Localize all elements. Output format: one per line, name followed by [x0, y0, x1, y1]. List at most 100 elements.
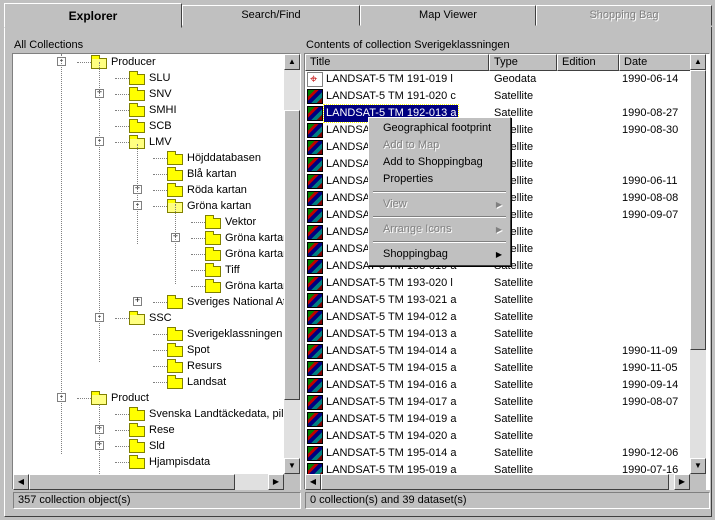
folder-icon: [205, 279, 221, 293]
submenu-arrow-icon: ▶: [495, 225, 502, 234]
menu-item-add-to-map[interactable]: Add to Map: [371, 137, 508, 154]
tree-node-label[interactable]: Blå kartan: [187, 166, 237, 182]
tree-node-label[interactable]: Producer: [111, 54, 156, 70]
menu-item-shoppingbag[interactable]: Shoppingbag ▶: [371, 246, 508, 263]
dataset-type: Satellite: [494, 277, 534, 289]
collection-tree[interactable]: Producer - SLU SNV + SMHI SCB LMV - Höjddatabasen…: [12, 53, 301, 490]
tree-scroll-corner: [284, 474, 300, 490]
tree-node-label[interactable]: SSC: [149, 310, 172, 326]
dataset-row[interactable]: LANDSAT-5 TM 194-016 a Satellite 1990-09-1…: [305, 377, 693, 394]
menu-item-geographical-footprint[interactable]: Geographical footprint: [371, 120, 508, 137]
tree-node-label[interactable]: Sverigeklassningen: [187, 326, 282, 342]
tree-node-label[interactable]: Gröna kartan: [225, 246, 289, 262]
dataset-row[interactable]: LANDSAT-5 TM 194-017 a Satellite 1990-08-0…: [305, 394, 693, 411]
list-vertical-scroll-thumb[interactable]: [690, 70, 706, 350]
dataset-row[interactable]: LANDSAT-5 TM 195-014 a Satellite 1990-12-0…: [305, 445, 693, 462]
scroll-down-arrow-icon[interactable]: ▼: [690, 458, 706, 474]
list-vertical-scrollbar[interactable]: ▲ ▼: [690, 54, 706, 474]
scroll-up-arrow-icon[interactable]: ▲: [690, 54, 706, 70]
dataset-row[interactable]: LANDSAT-5 TM 194-020 a Satellite: [305, 428, 693, 445]
tree-node-label[interactable]: SLU: [149, 70, 170, 86]
menu-item-label: Add to Map: [383, 139, 440, 151]
tree-node-label[interactable]: SMHI: [149, 102, 177, 118]
folder-icon: [205, 247, 221, 261]
tree-vertical-scrollbar[interactable]: ▲ ▼: [284, 54, 300, 474]
scroll-up-arrow-icon[interactable]: ▲: [284, 54, 300, 70]
tree-horizontal-scrollbar[interactable]: ◀ ▶: [13, 474, 284, 490]
expand-icon[interactable]: +: [133, 297, 142, 306]
tree-node-label[interactable]: SNV: [149, 86, 172, 102]
folder-icon: [167, 327, 183, 341]
tab-explorer[interactable]: Explorer: [4, 3, 182, 28]
dataset-row[interactable]: LANDSAT-5 TM 194-014 a Satellite 1990-11-0…: [305, 343, 693, 360]
submenu-arrow-icon: ▶: [495, 200, 502, 209]
tree-node-label[interactable]: Tiff: [225, 262, 240, 278]
tree-node-label[interactable]: Höjddatabasen: [187, 150, 261, 166]
dataset-row[interactable]: LANDSAT-5 TM 193-020 l Satellite: [305, 275, 693, 292]
tree-node-label[interactable]: Vektor: [225, 214, 256, 230]
scroll-left-arrow-icon[interactable]: ◀: [305, 474, 321, 490]
tree-vertical-scroll-thumb[interactable]: [284, 110, 300, 400]
tree-node-label[interactable]: Gröna kartan: [225, 278, 289, 294]
list-horizontal-scrollbar[interactable]: ◀ ▶: [305, 474, 690, 490]
tree-node-label[interactable]: Gröna kartan: [187, 198, 251, 214]
scroll-right-arrow-icon[interactable]: ▶: [268, 474, 284, 490]
tree-connector-line: [115, 430, 129, 431]
tree-node-label[interactable]: Hjampisdata: [149, 454, 210, 470]
satellite-image-icon: [307, 89, 323, 104]
column-header-type[interactable]: Type: [489, 54, 557, 71]
column-header-title[interactable]: Title: [305, 54, 489, 71]
right-status-bar: 0 collection(s) and 39 dataset(s): [305, 492, 710, 509]
tree-node-label[interactable]: Rese: [149, 422, 175, 438]
column-header-date[interactable]: Date: [619, 54, 693, 71]
tree-node-label[interactable]: LMV: [149, 134, 172, 150]
tab-map-viewer[interactable]: Map Viewer: [360, 5, 536, 26]
tree-node-label[interactable]: Svenska Landtäckedata, pil: [149, 406, 284, 422]
dataset-date: 1990-08-08: [622, 192, 679, 204]
open-folder-icon: [129, 311, 145, 325]
column-header-edition[interactable]: Edition: [557, 54, 619, 71]
dataset-row[interactable]: LANDSAT-5 TM 194-015 a Satellite 1990-11-0…: [305, 360, 693, 377]
tab-search-find[interactable]: Search/Find: [182, 5, 360, 26]
tree-horizontal-scroll-thumb[interactable]: [29, 474, 235, 490]
menu-item-label: Geographical footprint: [383, 122, 492, 134]
tree-connector-line: [115, 318, 129, 319]
dataset-type: Satellite: [494, 90, 534, 102]
satellite-image-icon: [307, 225, 323, 240]
tree-node-label[interactable]: SCB: [149, 118, 172, 134]
menu-item-properties[interactable]: Properties: [371, 171, 508, 188]
dataset-row[interactable]: LANDSAT-5 TM 191-020 c Satellite: [305, 88, 693, 105]
folder-icon: [205, 263, 221, 277]
tree-node-label[interactable]: Sld: [149, 438, 165, 454]
dataset-row[interactable]: LANDSAT-5 TM 194-012 a Satellite: [305, 309, 693, 326]
tree-connector-line: [115, 126, 129, 127]
tree-connector-line: [153, 206, 167, 207]
scroll-right-arrow-icon[interactable]: ▶: [674, 474, 690, 490]
scroll-down-arrow-icon[interactable]: ▼: [284, 458, 300, 474]
menu-separator: [373, 241, 506, 243]
dataset-row[interactable]: LANDSAT-5 TM 191-019 l Geodata 1990-06-14: [305, 70, 693, 88]
tree-node-label[interactable]: Spot: [187, 342, 210, 358]
tree-node-label[interactable]: Gröna kartan: [225, 230, 289, 246]
tree-connector-line: [153, 174, 167, 175]
menu-item-arrange-icons[interactable]: Arrange Icons ▶: [371, 221, 508, 238]
dataset-row[interactable]: LANDSAT-5 TM 193-021 a Satellite: [305, 292, 693, 309]
tree-node-label[interactable]: Landsat: [187, 374, 226, 390]
scroll-left-arrow-icon[interactable]: ◀: [13, 474, 29, 490]
dataset-row[interactable]: LANDSAT-5 TM 194-013 a Satellite: [305, 326, 693, 343]
menu-item-view[interactable]: View ▶: [371, 196, 508, 213]
folder-icon: [129, 103, 145, 117]
tab-shopping-bag[interactable]: Shopping Bag: [536, 5, 712, 26]
tree-node-label[interactable]: Resurs: [187, 358, 222, 374]
tree-connector-line: [153, 302, 167, 303]
list-horizontal-scroll-thumb[interactable]: [321, 474, 669, 490]
tree-connector-line: [137, 144, 138, 244]
tree-node-label[interactable]: Product: [111, 390, 149, 406]
dataset-row[interactable]: LANDSAT-5 TM 194-019 a Satellite: [305, 411, 693, 428]
satellite-image-icon: [307, 327, 323, 342]
tree-node-label[interactable]: Röda kartan: [187, 182, 247, 198]
folder-icon: [129, 439, 145, 453]
menu-item-add-to-shoppingbag[interactable]: Add to Shoppingbag: [371, 154, 508, 171]
folder-icon: [129, 407, 145, 421]
tree-node-label[interactable]: Sveriges National At: [187, 294, 286, 310]
